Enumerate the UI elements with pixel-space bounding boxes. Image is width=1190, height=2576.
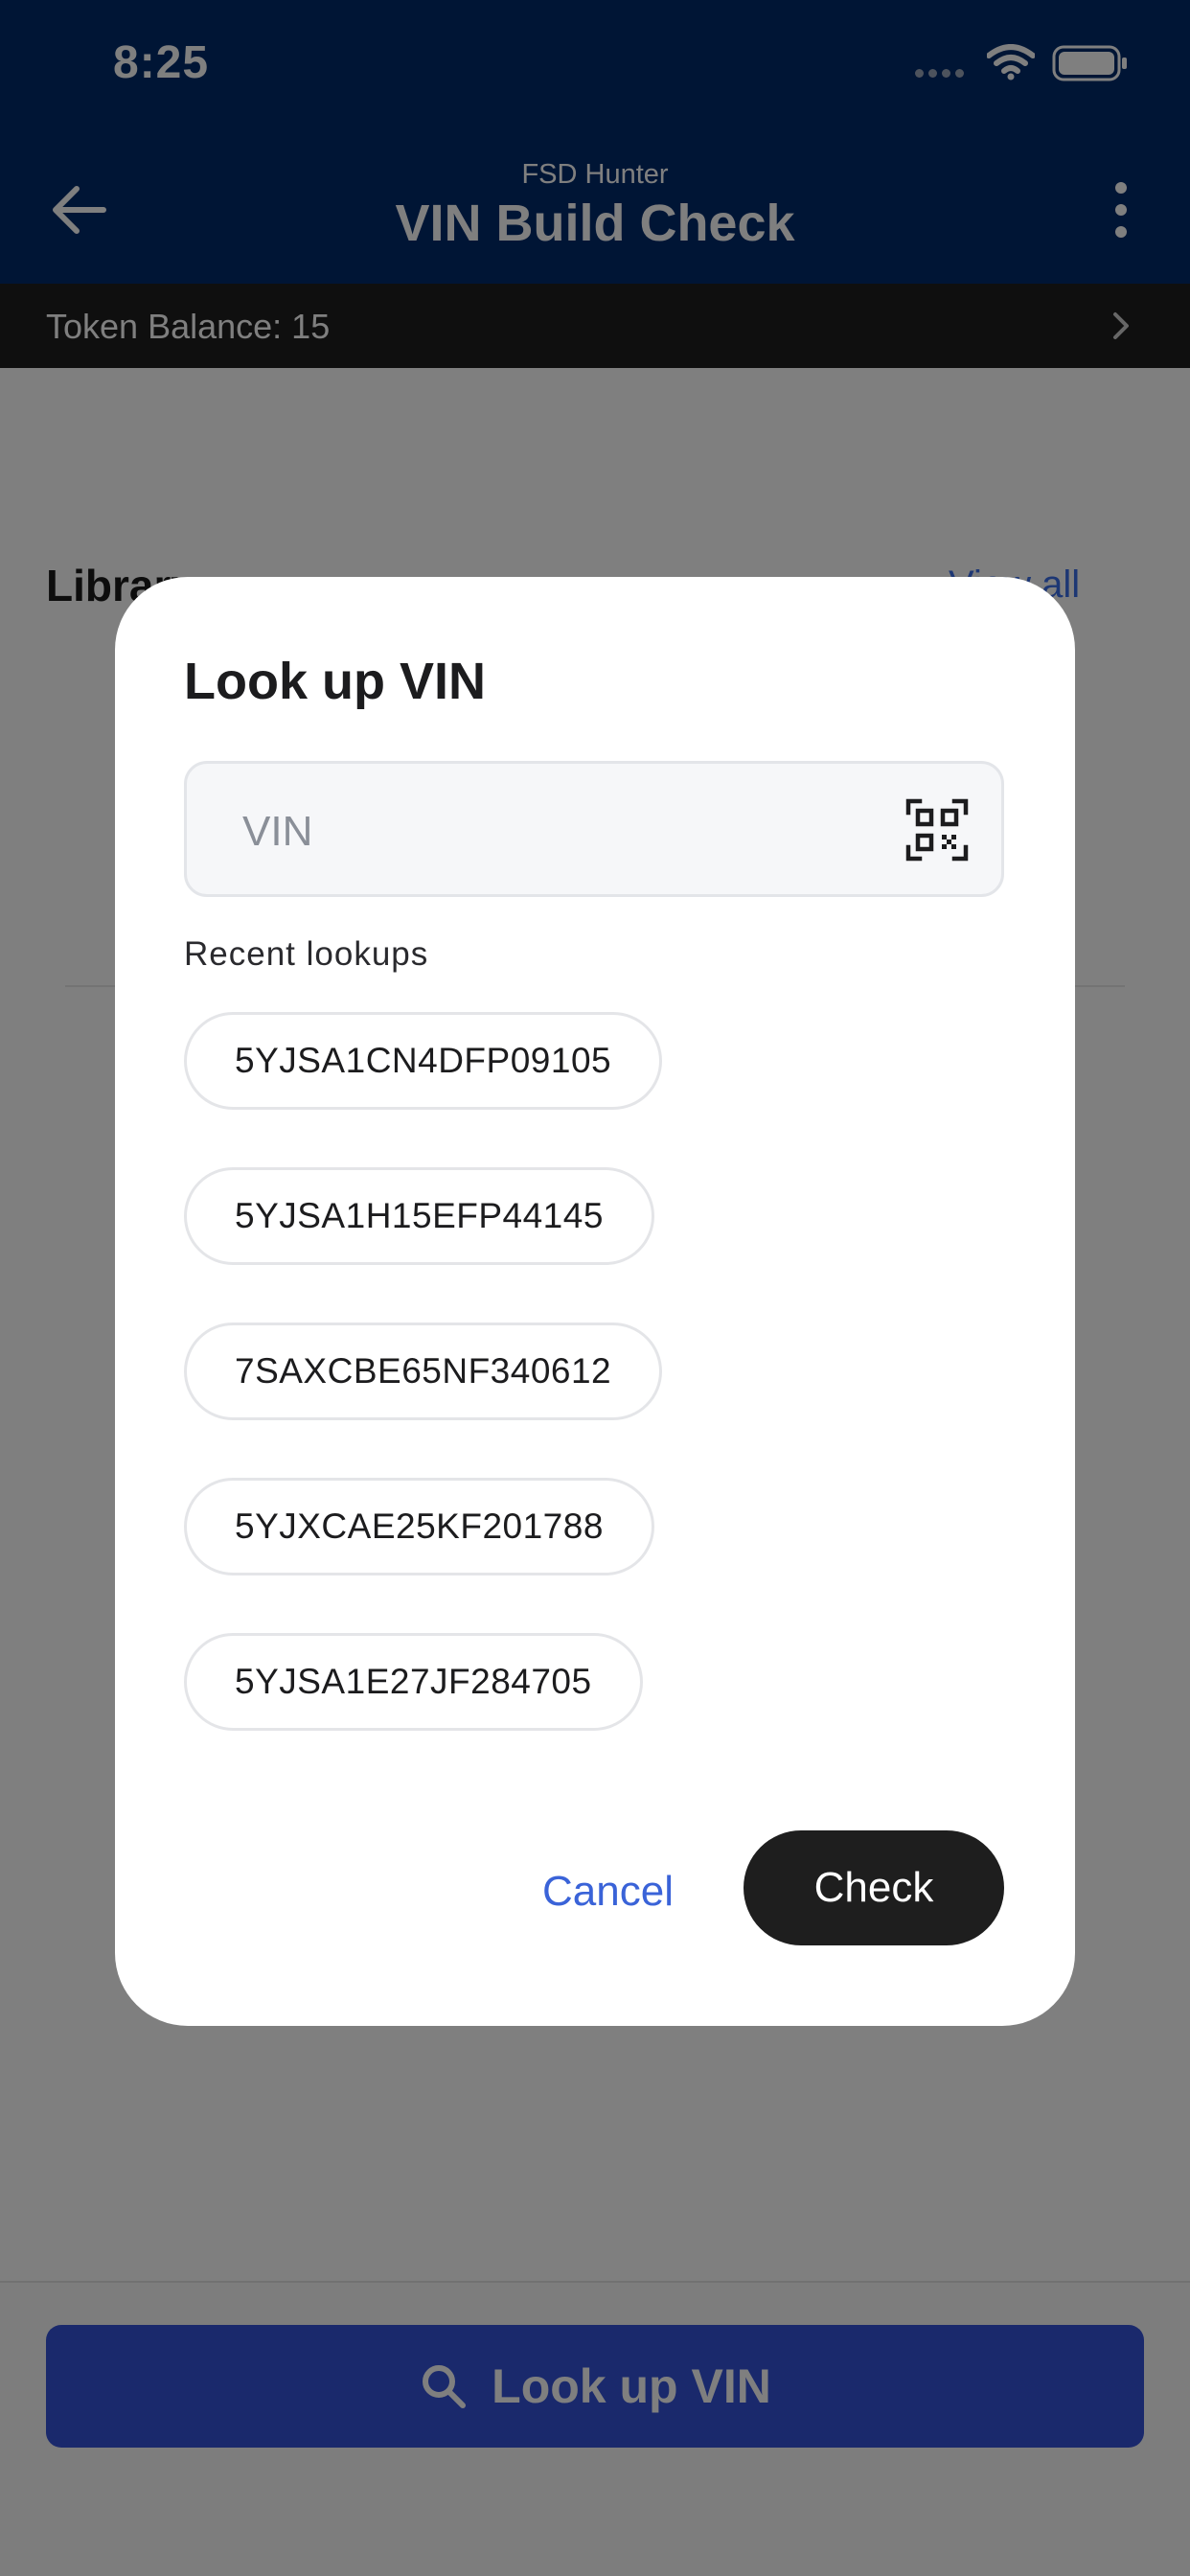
- recent-vin-chip[interactable]: 5YJSA1E27JF284705: [184, 1633, 643, 1731]
- cancel-button[interactable]: Cancel: [542, 1857, 674, 1926]
- recent-lookups-label: Recent lookups: [184, 935, 429, 973]
- vin-input[interactable]: [240, 798, 858, 865]
- recent-lookups-list: 5YJSA1CN4DFP09105 5YJSA1H15EFP44145 7SAX…: [184, 1012, 663, 1788]
- recent-vin-chip[interactable]: 7SAXCBE65NF340612: [184, 1322, 663, 1420]
- vin-field: [184, 761, 1004, 897]
- lookup-vin-dialog: Look up VIN Recent lookups 5YJS: [115, 577, 1075, 2026]
- check-button[interactable]: Check: [744, 1830, 1004, 1945]
- recent-vin-chip[interactable]: 5YJSA1H15EFP44145: [184, 1167, 654, 1265]
- dialog-title: Look up VIN: [184, 653, 486, 710]
- recent-vin-chip[interactable]: 5YJXCAE25KF201788: [184, 1478, 654, 1576]
- recent-vin-chip[interactable]: 5YJSA1CN4DFP09105: [184, 1012, 663, 1110]
- qr-code-icon[interactable]: [905, 798, 969, 862]
